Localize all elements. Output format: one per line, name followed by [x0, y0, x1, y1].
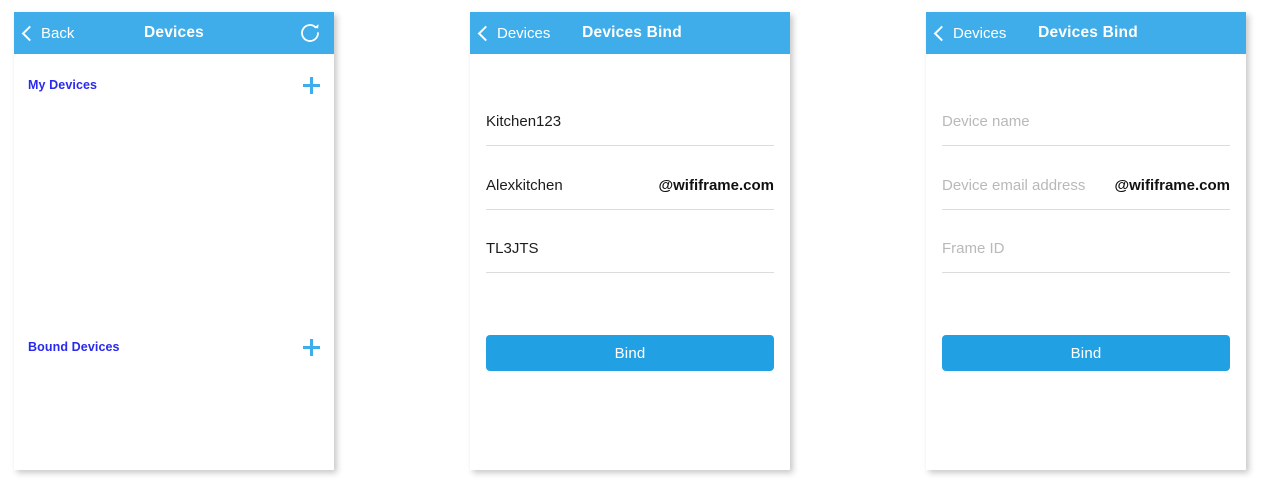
navbar-devices-bind: Devices Devices Bind [926, 12, 1246, 54]
bind-form-body: Device name Device email address @wififr… [926, 54, 1246, 470]
back-button-label: Devices [497, 24, 551, 42]
frame-id-placeholder: Frame ID [942, 240, 1005, 257]
device-name-field[interactable]: Device name [942, 98, 1230, 146]
frame-id-field[interactable]: TL3JTS [486, 225, 774, 273]
device-email-field[interactable]: Alexkitchen @wififrame.com [486, 162, 774, 210]
refresh-icon[interactable] [298, 21, 322, 45]
email-domain-suffix: @wififrame.com [1114, 177, 1231, 194]
phone-screen-devices-bind-filled: Devices Devices Bind Kitchen123 Alexkitc… [470, 12, 790, 470]
frame-id-value: TL3JTS [486, 240, 539, 257]
bind-button[interactable]: Bind [942, 335, 1230, 371]
device-name-field[interactable]: Kitchen123 [486, 98, 774, 146]
screenshot-stage: Back Devices My Devices Bound Devices De… [0, 0, 1280, 500]
device-name-value: Kitchen123 [486, 113, 562, 130]
navbar-devices-bind: Devices Devices Bind [470, 12, 790, 54]
chevron-left-icon [933, 25, 950, 41]
device-email-value: Alexkitchen [486, 177, 563, 194]
navbar-devices: Back Devices [14, 12, 334, 54]
frame-id-field[interactable]: Frame ID [942, 225, 1230, 273]
back-button-label: Back [41, 24, 75, 42]
devices-list-body: My Devices Bound Devices [14, 54, 334, 470]
sidebar-item-my-devices[interactable]: My Devices [14, 72, 334, 98]
device-email-field[interactable]: Device email address @wififrame.com [942, 162, 1230, 210]
bind-form-body: Kitchen123 Alexkitchen @wififrame.com TL… [470, 54, 790, 470]
plus-icon[interactable] [303, 338, 320, 356]
email-domain-suffix: @wififrame.com [658, 177, 775, 194]
back-button[interactable]: Devices [933, 24, 1007, 42]
device-email-placeholder: Device email address [942, 177, 1086, 194]
my-devices-label: My Devices [28, 78, 98, 92]
bound-devices-label: Bound Devices [28, 340, 120, 354]
back-button[interactable]: Devices [477, 24, 551, 42]
chevron-left-icon [477, 25, 494, 41]
sidebar-item-bound-devices[interactable]: Bound Devices [14, 334, 334, 360]
bind-button[interactable]: Bind [486, 335, 774, 371]
back-button[interactable]: Back [21, 24, 75, 42]
plus-icon[interactable] [303, 76, 320, 94]
phone-screen-devices: Back Devices My Devices Bound Devices [14, 12, 334, 470]
back-button-label: Devices [953, 24, 1007, 42]
phone-screen-devices-bind-empty: Devices Devices Bind Device name Device … [926, 12, 1246, 470]
chevron-left-icon [21, 25, 38, 41]
device-name-placeholder: Device name [942, 113, 1030, 130]
